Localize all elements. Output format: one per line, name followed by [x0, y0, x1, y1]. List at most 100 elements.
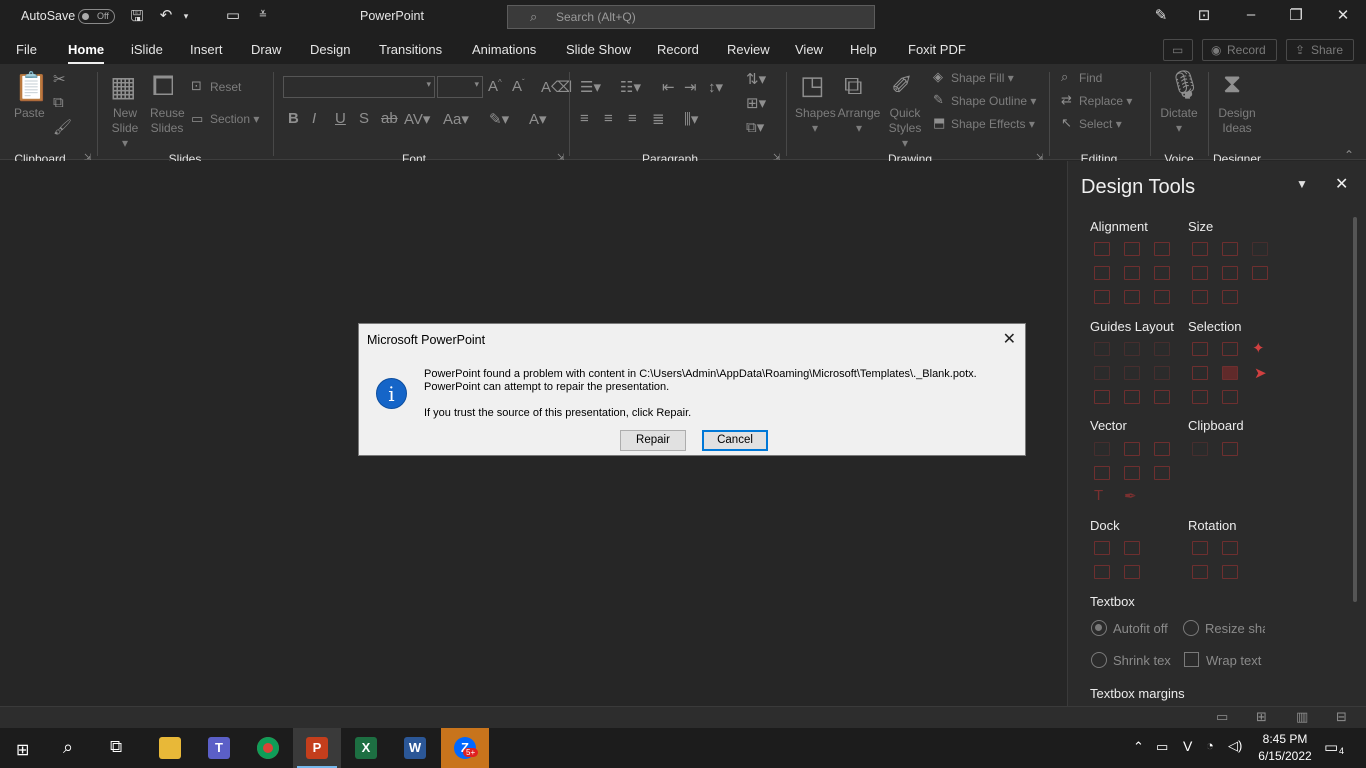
numbering-icon[interactable]: ☷▾ — [620, 78, 641, 96]
font-size-box[interactable]: ▾ — [437, 76, 483, 98]
align-grid-icon[interactable] — [1154, 290, 1170, 304]
shape-effects-label[interactable]: Shape Effects ▾ — [951, 117, 1035, 132]
underline-icon[interactable]: U — [335, 110, 346, 127]
pane-scrollbar[interactable] — [1353, 217, 1357, 602]
bullets-icon[interactable]: ☰▾ — [580, 78, 601, 96]
close-window-icon[interactable]: ✕ — [1332, 6, 1354, 24]
increase-indent-icon[interactable]: ⇥ — [684, 78, 697, 96]
volume-icon[interactable]: ◁) — [1228, 738, 1242, 754]
tab-slide-show[interactable]: Slide Show — [566, 42, 631, 57]
align-center-tool-icon[interactable] — [1124, 242, 1140, 256]
guide-center-icon[interactable] — [1124, 342, 1140, 356]
cut-icon[interactable]: ✂ — [53, 70, 66, 88]
stretch-left-icon[interactable] — [1192, 290, 1208, 304]
section-icon[interactable]: ▭ — [191, 111, 203, 127]
strikethrough-icon[interactable]: ab — [381, 110, 398, 127]
columns-icon[interactable]: ⫼▾ — [684, 110, 698, 128]
tab-foxit-pdf[interactable]: Foxit PDF — [908, 42, 966, 57]
distribute-horizontal-icon[interactable] — [1094, 290, 1110, 304]
minimize-icon[interactable]: – — [1240, 6, 1262, 23]
cancel-button[interactable]: Cancel — [702, 430, 768, 451]
comments-button[interactable]: ▭ — [1163, 39, 1193, 61]
vector-combine-icon[interactable] — [1124, 442, 1140, 456]
reading-view-icon[interactable]: ▥ — [1296, 709, 1308, 725]
ribbon-display-icon[interactable]: ⊡ — [1193, 6, 1215, 24]
flip-vertical-icon[interactable] — [1222, 565, 1238, 579]
format-painter-icon[interactable]: 🖌 — [53, 118, 72, 136]
shrink-text-radio[interactable] — [1091, 652, 1107, 668]
guide-left-icon[interactable] — [1094, 342, 1110, 356]
shadow-icon[interactable]: S — [359, 110, 369, 127]
quick-styles-label[interactable]: Quick Styles ▾ — [885, 106, 925, 151]
normal-view-icon[interactable]: ▭ — [1216, 709, 1228, 725]
select-type-icon[interactable] — [1222, 342, 1238, 356]
align-middle-tool-icon[interactable] — [1124, 266, 1140, 280]
undo-icon[interactable]: ↶ — [155, 6, 177, 24]
new-slide-icon[interactable]: ▦ — [110, 70, 136, 103]
guide-grid-3-icon[interactable] — [1154, 390, 1170, 404]
reuse-slides-label[interactable]: Reuse Slides — [150, 106, 185, 136]
tab-record[interactable]: Record — [657, 42, 699, 57]
dock-right-icon[interactable] — [1124, 565, 1140, 579]
design-ideas-icon[interactable]: ⧗ — [1223, 68, 1241, 100]
powerpoint-button[interactable]: P — [293, 728, 341, 768]
select-same-icon[interactable] — [1192, 342, 1208, 356]
align-left-tool-icon[interactable] — [1094, 242, 1110, 256]
tab-design[interactable]: Design — [310, 42, 350, 57]
tab-help[interactable]: Help — [850, 42, 877, 57]
design-ideas-label[interactable]: Design Ideas — [1215, 106, 1259, 136]
shapes-icon[interactable]: ◳ — [800, 70, 825, 101]
word-button[interactable]: W — [391, 728, 439, 768]
zalo-button[interactable]: Z 5+ — [441, 728, 489, 768]
resize-shape-radio[interactable] — [1183, 620, 1199, 636]
vector-split-icon[interactable] — [1154, 466, 1170, 480]
same-height-icon[interactable] — [1222, 242, 1238, 256]
tab-file[interactable]: File — [16, 42, 37, 57]
tab-draw[interactable]: Draw — [251, 42, 281, 57]
start-button[interactable]: ⊞ — [0, 728, 48, 768]
save-icon[interactable]: 🖫 — [126, 6, 148, 31]
pane-close-icon[interactable]: ✕ — [1335, 174, 1348, 194]
record-button[interactable]: ◉ Record — [1202, 39, 1277, 61]
text-direction-icon[interactable]: ⇅▾ — [746, 70, 766, 88]
italic-icon[interactable]: I — [312, 110, 316, 127]
guide-top-icon[interactable] — [1094, 366, 1110, 380]
font-color-icon[interactable]: A▾ — [529, 110, 547, 128]
same-size-icon[interactable] — [1252, 242, 1268, 256]
align-center-icon[interactable]: ≡ — [604, 110, 613, 127]
show-hidden-icons-icon[interactable]: ⌃ — [1133, 739, 1144, 755]
customize-toolbar-icon[interactable]: ≚ — [252, 10, 274, 21]
wrap-text-checkbox[interactable] — [1184, 652, 1199, 667]
shape-outline-icon[interactable]: ✎ — [933, 92, 944, 108]
align-bottom-tool-icon[interactable] — [1154, 266, 1170, 280]
same-width-icon[interactable] — [1192, 242, 1208, 256]
change-case-icon[interactable]: Aa▾ — [443, 110, 469, 128]
align-right-tool-icon[interactable] — [1154, 242, 1170, 256]
cursor-select-icon[interactable]: ➤ — [1254, 364, 1267, 382]
select-icon[interactable]: ↖ — [1061, 115, 1072, 131]
copy-position-icon[interactable] — [1192, 442, 1208, 456]
action-center-icon[interactable]: ▭ — [1324, 738, 1338, 756]
guide-middle-icon[interactable] — [1124, 366, 1140, 380]
shape-fill-icon[interactable]: ◈ — [933, 69, 943, 85]
decrease-font-icon[interactable]: Aˇ — [512, 78, 525, 95]
shapes-label[interactable]: Shapes ▾ — [795, 106, 836, 136]
match-size-icon[interactable] — [1252, 266, 1268, 280]
select-label[interactable]: Select ▾ — [1079, 117, 1122, 132]
wifi-icon[interactable]: ◔ — [1206, 738, 1214, 753]
character-spacing-icon[interactable]: AV▾ — [404, 110, 430, 128]
guide-grid-1-icon[interactable] — [1094, 390, 1110, 404]
copy-icon[interactable]: ⧉ — [53, 94, 64, 111]
guide-right-icon[interactable] — [1154, 342, 1170, 356]
autofit-off-radio[interactable] — [1091, 620, 1107, 636]
dock-top-icon[interactable] — [1094, 541, 1110, 555]
shape-fill-label[interactable]: Shape Fill ▾ — [951, 71, 1014, 86]
excel-button[interactable]: X — [342, 728, 390, 768]
input-method-icon[interactable]: V — [1183, 738, 1192, 754]
text-to-vector-icon[interactable]: T — [1094, 487, 1103, 504]
replace-icon[interactable]: ⇄ — [1061, 92, 1072, 108]
clock[interactable]: 8:45 PM 6/15/2022 — [1252, 731, 1318, 765]
select-invert-icon[interactable] — [1222, 390, 1238, 404]
flip-horizontal-icon[interactable] — [1192, 565, 1208, 579]
slide-sorter-icon[interactable]: ⊞ — [1256, 709, 1267, 725]
